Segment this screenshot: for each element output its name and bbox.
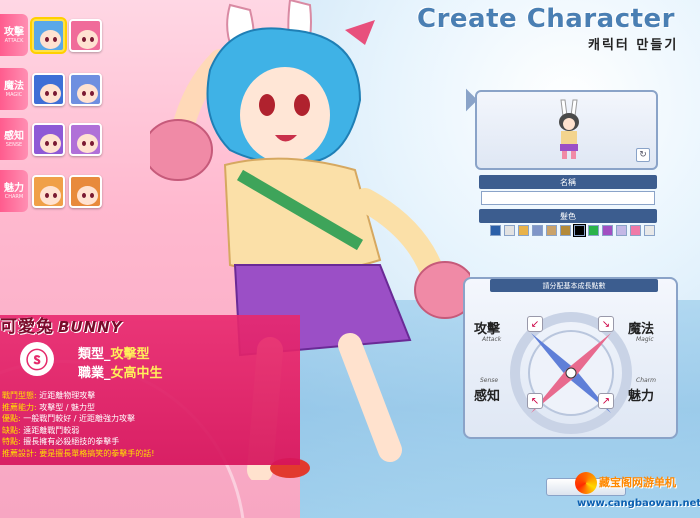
stat-magic-label: 魔法 <box>628 322 655 337</box>
desc-line: 戰鬥型態: 近距離物理攻擊 <box>2 391 96 400</box>
stat-ring-diagram <box>510 312 632 434</box>
page-subtitle: 캐릭터 만들기 <box>588 38 679 53</box>
portrait-sense-1[interactable] <box>32 122 65 156</box>
stat-allocation-title: 請分配基本成長點數 <box>490 279 658 292</box>
hair-color-swatch[interactable] <box>560 225 571 236</box>
stat-sense-label: 感知 <box>474 389 501 404</box>
hair-color-swatch[interactable] <box>602 225 613 236</box>
character-name: 可愛兔 BUNNY <box>0 312 123 337</box>
watermark-url: www.cangbaowan.net <box>577 498 700 509</box>
hair-color-swatch[interactable] <box>644 225 655 236</box>
hair-color-swatch[interactable] <box>588 225 599 236</box>
watermark-text: 藏宝阁网游单机 <box>599 476 676 489</box>
portrait-bunny[interactable] <box>32 18 65 52</box>
stat-charm-arrow-icon[interactable]: ↗ <box>598 393 614 409</box>
stat-magic-en: Magic <box>636 336 654 343</box>
desc-line: 推薦設計: 要是擅長單格搞笑的拳擊手的話! <box>2 448 155 458</box>
stat-magic-arrow-icon[interactable]: ↘ <box>598 316 614 332</box>
stat-charm-label: 魅力 <box>628 389 655 404</box>
character-name-en: BUNNY <box>58 318 123 336</box>
stat-sense-arrow-icon[interactable]: ↖ <box>527 393 543 409</box>
hair-color-swatch[interactable] <box>490 225 501 236</box>
create-character-screen: Create Character 캐릭터 만들기 攻擊 ATTACK 魔法 MAGI… <box>0 0 700 518</box>
stat-allocation-panel <box>463 277 678 439</box>
hair-color-swatch[interactable] <box>532 225 543 236</box>
hair-color-swatch[interactable] <box>573 224 586 237</box>
portrait-charm-1[interactable] <box>32 174 65 208</box>
hair-color-swatch[interactable] <box>546 225 557 236</box>
desc-line: 特點: 擅長擁有必殺絕技的拳擊手 <box>2 437 120 446</box>
class-emblem-icon: ⓢ <box>20 342 54 376</box>
portrait-magic-1[interactable] <box>32 72 65 106</box>
hair-color-header: 髮色 <box>479 209 657 223</box>
portrait-sense-2[interactable] <box>69 122 102 156</box>
portrait-magic-2[interactable] <box>69 72 102 106</box>
watermark: 藏宝阁网游单机 www.cangbaowan.net <box>575 470 700 518</box>
portrait-charm-2[interactable] <box>69 174 102 208</box>
stat-attack-arrow-icon[interactable]: ↙ <box>527 316 543 332</box>
stat-sense-en: Sense <box>480 377 499 384</box>
hair-color-swatches <box>490 224 655 237</box>
character-name-input[interactable] <box>481 191 655 205</box>
type-line: 類型_攻擊型 <box>78 347 150 362</box>
desc-line: 缺點: 遠距離戰鬥較弱 <box>2 425 80 435</box>
hair-color-swatch[interactable] <box>630 225 641 236</box>
character-name-zh: 可愛兔 <box>0 317 54 337</box>
portrait-attack-2[interactable] <box>69 18 102 52</box>
stat-attack-en: Attack <box>482 336 502 343</box>
hair-color-swatch[interactable] <box>518 225 529 236</box>
watermark-logo-icon <box>575 472 597 494</box>
category-row-sense: 感知 SENSE <box>0 118 110 160</box>
rotate-preview-button[interactable]: ↻ <box>636 148 650 162</box>
character-preview-panel: ↻ <box>475 90 658 170</box>
desc-line: 推薦能力: 攻擊型 / 魅力型 <box>2 402 96 412</box>
category-row-charm: 魅力 CHARM <box>0 170 110 212</box>
stat-attack-label: 攻擊 <box>474 322 501 337</box>
desc-line: 優點: 一般戰鬥較好 / 近距離強力攻擊 <box>2 414 136 423</box>
category-row-attack: 攻擊 ATTACK <box>0 14 110 56</box>
character-description: 戰鬥型態: 近距離物理攻擊 推薦能力: 攻擊型 / 魅力型 優點: 一般戰鬥較好… <box>2 390 252 459</box>
sprite-preview <box>559 99 579 159</box>
hair-color-swatch[interactable] <box>504 225 515 236</box>
character-type-block: ⓢ 類型_攻擊型 職業_女高中生 <box>20 340 250 381</box>
stat-charm-en: Charm <box>636 377 656 384</box>
job-line: 職業_女高中生 <box>78 366 163 381</box>
name-header: 名稱 <box>479 175 657 189</box>
category-row-magic: 魔法 MAGIC <box>0 68 110 110</box>
hair-color-swatch[interactable] <box>616 225 627 236</box>
